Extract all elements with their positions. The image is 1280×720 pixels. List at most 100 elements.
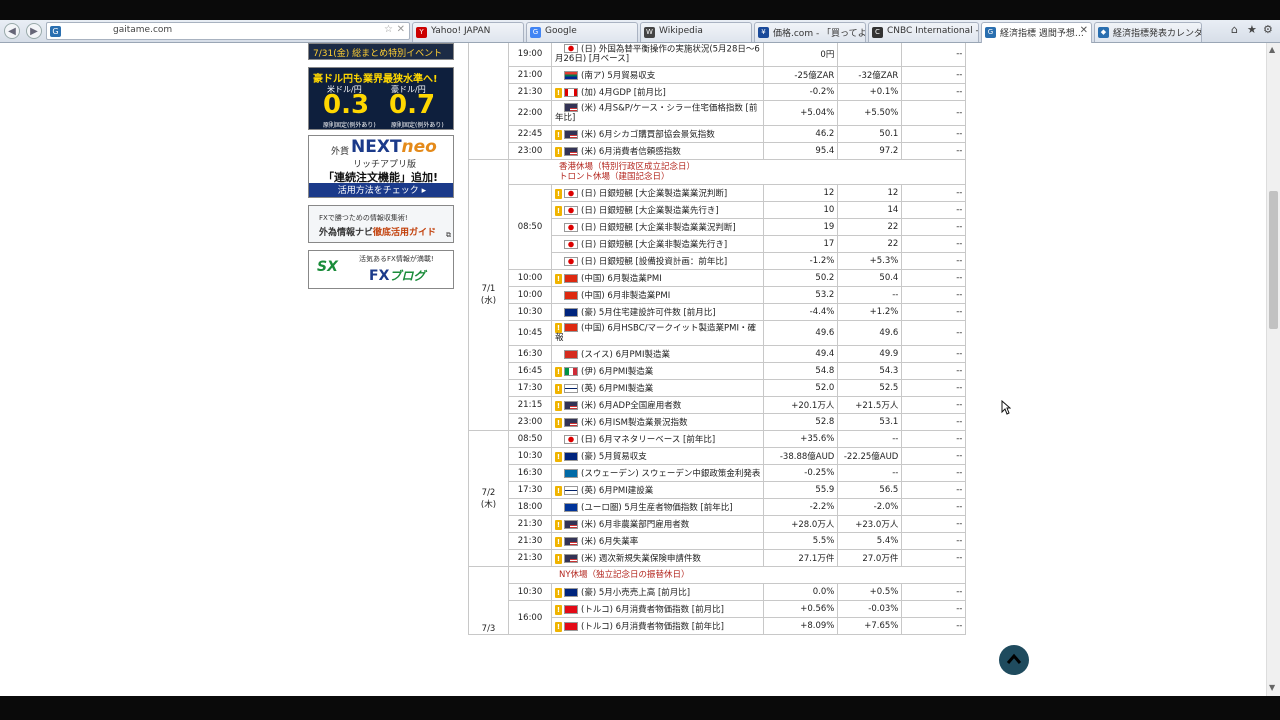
forecast-value-cell: -- (837, 464, 903, 482)
forward-button[interactable]: ▶ (26, 23, 42, 39)
browser-tab[interactable]: C CNBC International -… (868, 22, 979, 42)
calendar-row: 21:30! (米) 6月非農業部門雇用者数 +28.0万人 +23.0万人 -- (469, 515, 967, 533)
scrollbar-thumb[interactable] (1269, 191, 1278, 329)
bookmark-star-icon[interactable]: ☆ (384, 24, 393, 35)
importance-icon: ! (555, 604, 562, 615)
calendar-row: 10:45! (中国) 6月HSBC/マークイット製造業PMI・確報 49.6 49.… (469, 320, 967, 346)
favorites-star-icon[interactable]: ★ (1247, 23, 1257, 36)
importance-icon: ! (555, 485, 562, 496)
browser-tab[interactable]: G 経済指標 週間予想… ✕ (981, 22, 1092, 43)
previous-value-cell: 50.2 (763, 269, 839, 287)
calendar-row: 23:00! (米) 6月ISM製造業景況指数 52.8 53.1 -- (469, 413, 967, 431)
scroll-down-arrow-icon[interactable]: ▼ (1269, 683, 1275, 692)
date-label: 7/1 (481, 284, 496, 294)
event-name: (日) 6月マネタリーベース [前年比] (581, 435, 716, 445)
browser-tab[interactable]: ¥ 価格.com - 「買ってよ… (754, 22, 866, 42)
address-bar[interactable]: G gaitame.com ☆ ✕ (46, 22, 410, 40)
previous-value-cell: +20.1万人 (763, 396, 839, 414)
country-flag-jp-icon (564, 223, 578, 232)
event-name: (南ア) 5月貿易収支 (581, 71, 656, 81)
page-scrollbar[interactable]: ▲ ▼ (1266, 43, 1280, 696)
banner-spread-headline: 豪ドル円も業界最狭水準へ! (313, 74, 438, 85)
country-flag-tr-icon (564, 605, 578, 614)
importance-icon (555, 469, 562, 479)
previous-value-cell: +28.0万人 (763, 515, 839, 533)
event-cell: ! (英) 6月PMI建設業 (550, 481, 765, 499)
result-value-cell: -- (901, 269, 967, 287)
importance-icon: ! (555, 146, 562, 157)
forecast-value-cell: 49.9 (837, 345, 903, 363)
scroll-to-top-button[interactable] (999, 645, 1029, 675)
browser-tab[interactable]: ◆ 経済指標発表カレンダ… (1094, 22, 1202, 42)
banner-spread-audjpy: 0.7 (389, 90, 436, 120)
event-cell: (スイス) 6月PMI製造業 (550, 345, 765, 363)
back-button[interactable]: ◀ (4, 23, 20, 39)
home-icon[interactable]: ⌂ (1231, 23, 1238, 36)
result-value-cell: -- (901, 235, 967, 253)
date-label: 7/3 (481, 624, 496, 634)
banner-nextneo-cta[interactable]: 活用方法をチェック ▸ (309, 183, 453, 197)
banner-spread-usdjpy: 0.3 (323, 90, 370, 120)
country-flag-us-icon (564, 130, 578, 139)
close-tab-icon[interactable]: ✕ (1080, 25, 1088, 36)
previous-value-cell: -2.2% (763, 498, 839, 516)
calendar-row: 16:45! (伊) 6月PMI製造業 54.8 54.3 -- (469, 362, 967, 380)
calendar-row: 16:30 (スウェーデン) スウェーデン中銀政策金利発表 -0.25% -- -- (469, 464, 967, 482)
previous-value-cell: -38.88億AUD (763, 447, 839, 465)
country-flag-us-icon (564, 103, 578, 113)
stop-icon[interactable]: ✕ (397, 24, 405, 35)
time-cell: 16:30 (508, 345, 552, 363)
country-flag-tr-icon (564, 622, 578, 631)
date-cell: 7/2 (木) (468, 430, 509, 567)
previous-value-cell: 0.0% (763, 583, 839, 601)
time-cell: 10:45 (508, 320, 552, 346)
tab-favicon-icon: ◆ (1098, 27, 1109, 38)
time-cell: 10:30 (508, 583, 552, 601)
country-flag-cn-icon (564, 291, 578, 300)
result-value-cell: -- (901, 286, 967, 304)
banner-note-2: 原則固定(例外あり) (391, 122, 444, 129)
holiday-note: 香港休場（特別行政区成立記念日） (559, 162, 696, 172)
event-cell: (日) 6月マネタリーベース [前年比] (550, 430, 765, 448)
result-value-cell: -- (901, 66, 967, 84)
result-value-cell: -- (901, 447, 967, 465)
event-cell: (日) 日銀短観 [設備投資計画：前年比] (550, 252, 765, 270)
event-cell: (米) 4月S&P/ケース・シラー住宅価格指数 [前年比] (550, 100, 765, 126)
event-name: (米) 週次新規失業保険申請件数 (581, 554, 701, 564)
importance-icon: ! (555, 273, 562, 284)
economic-calendar-table: 19:00 (日) 外国為替平衡操作の実施状況(5月28日～6月26日) [月ベー… (468, 43, 967, 635)
holiday-note-cell: 香港休場（特別行政区成立記念日） トロント休場（建国記念日） (507, 159, 967, 185)
browser-tab[interactable]: W Wikipedia (640, 22, 752, 42)
settings-gear-icon[interactable]: ⚙ (1263, 23, 1273, 36)
tab-label: Yahoo! JAPAN (431, 26, 491, 36)
previous-value-cell: -0.25% (763, 464, 839, 482)
banner-spread[interactable]: 豪ドル円も業界最狭水準へ! 米ドル/円 豪ドル/円 0.3 0.7 原則固定(例… (308, 67, 454, 130)
scroll-up-arrow-icon[interactable]: ▲ (1269, 45, 1275, 54)
time-cell: 16:00 (508, 600, 552, 635)
banner-event[interactable]: 7/31(金) 総まとめ特別イベント開催! (308, 43, 454, 60)
result-value-cell: -- (901, 498, 967, 516)
importance-icon: ! (555, 205, 562, 216)
result-value-cell: -- (901, 515, 967, 533)
event-name: (米) 4月S&P/ケース・シラー住宅価格指数 [前年比] (555, 103, 758, 124)
browser-toolbar: ◀ ▶ G gaitame.com ☆ ✕ Y Yahoo! JAPAN G Goog… (0, 20, 1280, 43)
importance-icon: ! (555, 621, 562, 632)
banner-nextneo[interactable]: 外貨 NEXTneo リッチアプリ版 「連続注文機能」追加! 活用方法をチェック… (308, 135, 454, 198)
calendar-row: 22:45! (米) 6月シカゴ購買部協会景気指数 46.2 50.1 -- (469, 125, 967, 143)
banner-blog[interactable]: SX 活気あるFX情報が満載! FXブログ (308, 250, 454, 289)
browser-tab[interactable]: Y Yahoo! JAPAN (412, 22, 524, 42)
banner-guide[interactable]: FXで勝つための情報収集術! 外為情報ナビ徹底活用ガイド ⧉ (308, 205, 454, 243)
event-name: (米) 6月シカゴ購買部協会景気指数 (581, 130, 715, 140)
event-name: (トルコ) 6月消費者物価指数 [前年比] (581, 622, 724, 632)
country-flag-eu-icon (564, 503, 578, 512)
calendar-row: 18:00 (ユーロ圏) 5月生産者物価指数 [前年比] -2.2% -2.0% -- (469, 498, 967, 516)
result-value-cell: -- (901, 43, 967, 67)
event-name: (米) 6月失業率 (581, 537, 639, 547)
country-flag-cn-icon (564, 323, 578, 333)
browser-tab[interactable]: G Google (526, 22, 638, 42)
previous-value-cell: -1.2% (763, 252, 839, 270)
date-cell: 7/3 (468, 566, 509, 635)
previous-value-cell: 19 (763, 218, 839, 236)
result-value-cell: -- (901, 362, 967, 380)
result-value-cell: -- (901, 125, 967, 143)
